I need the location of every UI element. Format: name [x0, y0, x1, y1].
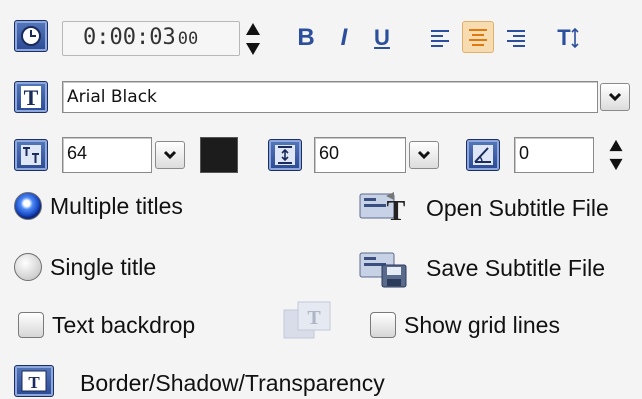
line-spacing-dropdown-button[interactable] [409, 141, 439, 169]
italic-button[interactable]: I [328, 22, 360, 54]
align-left-button[interactable] [424, 22, 456, 54]
single-title-label: Single title [50, 254, 157, 280]
chevron-down-icon [417, 150, 431, 160]
align-right-icon [507, 30, 525, 47]
svg-text:T: T [28, 373, 40, 392]
angle-spinner[interactable] [608, 139, 624, 171]
line-spacing-icon [275, 145, 295, 165]
angle-value: 0 [519, 143, 530, 163]
backdrop-settings-button[interactable]: T [280, 298, 340, 344]
duration-frames-value: 00 [177, 29, 199, 49]
multiple-titles-option[interactable]: Multiple titles [14, 190, 234, 222]
font-name-field[interactable]: Arial Black [62, 81, 598, 113]
font-size-icon [21, 145, 41, 165]
angle-button[interactable] [466, 139, 500, 171]
duration-time-field[interactable]: 0:00:03 00 [62, 21, 240, 56]
underline-button[interactable]: U [366, 22, 398, 54]
multiple-titles-label: Multiple titles [50, 193, 183, 219]
clock-icon [21, 26, 41, 46]
line-spacing-button[interactable] [268, 139, 302, 171]
spin-down-icon[interactable] [245, 42, 261, 56]
bold-button[interactable]: B [290, 22, 322, 54]
spin-down-icon[interactable] [608, 158, 624, 171]
duration-spinner[interactable] [245, 22, 261, 56]
text-direction-button[interactable]: T [552, 22, 584, 54]
open-subtitle-label: Open Subtitle File [426, 195, 609, 221]
angle-field[interactable]: 0 [514, 137, 594, 173]
border-shadow-icon: T [21, 370, 47, 392]
duration-clock-button[interactable] [14, 20, 48, 52]
text-backdrop-option[interactable]: Text backdrop [18, 310, 238, 340]
font-size-field[interactable]: 64 [62, 137, 152, 173]
text-direction-label: T [557, 25, 571, 50]
font-size-dropdown-button[interactable] [155, 141, 185, 169]
single-title-radio[interactable] [14, 253, 42, 281]
save-subtitle-button[interactable]: Save Subtitle File [358, 249, 638, 289]
show-grid-lines-checkbox[interactable] [370, 312, 396, 338]
arrow-up-down-icon [571, 28, 579, 48]
save-subtitle-label: Save Subtitle File [426, 255, 605, 281]
border-shadow-transparency-button[interactable]: T Border/Shadow/Transparency [14, 362, 474, 399]
show-grid-lines-label: Show grid lines [404, 312, 560, 338]
font-t-icon: T [21, 85, 41, 109]
line-spacing-field[interactable]: 60 [314, 137, 406, 173]
underline-label: U [374, 25, 390, 50]
text-backdrop-checkbox[interactable] [18, 312, 44, 338]
show-grid-lines-option[interactable]: Show grid lines [370, 310, 610, 340]
align-center-icon [469, 29, 487, 46]
multiple-titles-radio[interactable] [14, 192, 42, 220]
font-button[interactable]: T [14, 81, 48, 113]
spin-up-icon[interactable] [608, 139, 624, 152]
backdrop-settings-icon: T [283, 301, 331, 339]
spin-up-icon[interactable] [245, 22, 261, 36]
font-name-value: Arial Black [67, 87, 157, 107]
align-right-button[interactable] [500, 22, 532, 54]
font-size-button[interactable] [14, 139, 48, 171]
line-spacing-value: 60 [319, 143, 340, 163]
angle-icon [473, 145, 493, 165]
align-left-icon [431, 30, 449, 47]
chevron-down-icon [608, 92, 622, 102]
text-backdrop-label: Text backdrop [52, 312, 196, 338]
single-title-option[interactable]: Single title [14, 251, 214, 283]
font-dropdown-button[interactable] [600, 83, 630, 111]
svg-text:T: T [24, 85, 39, 109]
duration-time-value: 0:00:03 [83, 25, 176, 50]
border-shadow-icon-button: T [14, 365, 54, 397]
border-shadow-transparency-label: Border/Shadow/Transparency [80, 370, 385, 396]
open-subtitle-button[interactable]: T Open Subtitle File [358, 190, 638, 226]
svg-text:T: T [387, 196, 406, 226]
open-subtitle-icon: T [359, 192, 406, 226]
chevron-down-icon [163, 150, 177, 160]
text-color-swatch[interactable] [200, 137, 238, 173]
italic-label: I [340, 24, 348, 51]
font-size-value: 64 [67, 143, 88, 163]
svg-text:T: T [307, 307, 321, 329]
align-center-button[interactable] [462, 21, 494, 53]
save-subtitle-icon [359, 252, 407, 288]
bold-label: B [297, 24, 315, 51]
